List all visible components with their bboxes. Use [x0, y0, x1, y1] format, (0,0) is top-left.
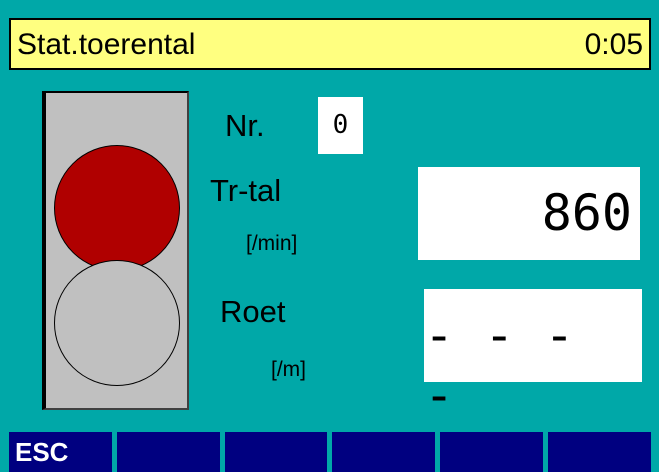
title-bar: Stat.toerental 0:05	[9, 18, 651, 70]
red-lamp-icon	[54, 145, 180, 271]
instrument-screen: Stat.toerental 0:05 Nr. 0 Tr-tal [/min] …	[0, 0, 659, 472]
soot-unit: [/m]	[271, 358, 306, 381]
softkey-6[interactable]	[548, 432, 651, 472]
esc-softkey[interactable]: ESC	[9, 432, 112, 472]
elapsed-time: 0:05	[584, 28, 643, 61]
softkey-2[interactable]	[116, 432, 220, 472]
inactive-lamp-icon	[54, 260, 180, 386]
rpm-label: Tr-tal	[210, 173, 282, 208]
softkey-3[interactable]	[224, 432, 328, 472]
nr-value: 0	[332, 110, 349, 140]
soot-display: - - - -	[424, 289, 642, 424]
rpm-display: 860	[418, 167, 640, 260]
rpm-unit: [/min]	[246, 232, 298, 255]
nr-label: Nr.	[225, 108, 265, 143]
traffic-light-indicator	[42, 91, 189, 410]
rpm-value: 860	[541, 184, 632, 242]
softkey-4[interactable]	[332, 432, 436, 472]
softkey-bar: ESC	[9, 432, 651, 472]
nr-field[interactable]: 0	[318, 97, 363, 154]
softkey-5[interactable]	[440, 432, 544, 472]
screen-title: Stat.toerental	[17, 28, 196, 61]
soot-value: - - - -	[424, 306, 575, 424]
soot-label: Roet	[220, 294, 286, 329]
